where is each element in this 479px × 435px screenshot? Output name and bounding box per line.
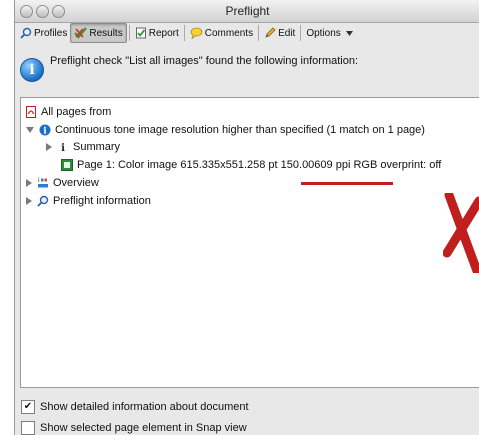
disclosure-triangle-collapsed[interactable] [26, 179, 32, 187]
tab-results-label: Results [89, 27, 123, 39]
page-background-edge [0, 0, 14, 435]
overview-icon: i [37, 177, 49, 189]
snap-view-option[interactable]: Show selected page element in Snap view [21, 421, 247, 435]
tree-item-summary[interactable]: i Summary [46, 139, 120, 155]
disclosure-triangle-collapsed[interactable] [26, 197, 32, 205]
tab-profiles-label: Profiles [34, 27, 68, 39]
disclosure-triangle-collapsed[interactable] [46, 143, 52, 151]
info-icon: i [39, 124, 51, 136]
title-bar[interactable]: Preflight [15, 0, 479, 23]
tab-comments[interactable]: Comments [187, 24, 256, 42]
tab-profiles[interactable]: Profiles [17, 24, 70, 42]
detailed-info-label: Show detailed information about document [40, 401, 249, 413]
toolbar-separator [300, 25, 302, 41]
window-title: Preflight [225, 4, 270, 18]
snap-view-checkbox[interactable] [21, 421, 35, 435]
tree-item-preflight-information[interactable]: Preflight information [26, 193, 151, 209]
info-icon: i [20, 58, 44, 82]
toolbar-separator [128, 25, 130, 41]
annotation-underline [301, 182, 393, 185]
comments-icon [190, 27, 203, 39]
summary-icon: i [57, 141, 69, 153]
tab-comments-label: Comments [204, 27, 254, 39]
tree-item-page-1-image[interactable]: Page 1: Color image 615.335x551.258 pt 1… [61, 157, 441, 173]
report-icon [135, 27, 147, 39]
page-1-description: Page 1: Color image 615.335x551.258 pt [77, 159, 281, 171]
options-menu-label: Options [306, 27, 341, 39]
detailed-info-option[interactable]: ✔ Show detailed information about docume… [21, 400, 249, 414]
svg-text:i: i [38, 177, 40, 184]
image-icon [61, 159, 73, 171]
toolbar-separator [183, 25, 185, 41]
tree-item-label: Summary [73, 141, 121, 153]
tree-item-label: Continuous tone image resolution higher … [55, 124, 425, 136]
preflight-window: Preflight Profiles Results Report Commen… [14, 0, 479, 435]
chevron-down-icon [345, 30, 353, 36]
tab-edit[interactable]: Edit [261, 24, 298, 42]
disclosure-triangle-expanded[interactable] [26, 127, 34, 133]
pdf-icon [25, 106, 37, 118]
tab-report[interactable]: Report [132, 24, 182, 42]
svg-text:i: i [43, 127, 47, 137]
tree-item-label: All pages from [41, 106, 112, 118]
options-menu-button[interactable]: Options [303, 24, 355, 42]
tree-item-all-pages[interactable]: All pages from [25, 104, 111, 120]
result-message-area: i Preflight check "List all images" foun… [15, 46, 479, 94]
tab-results[interactable]: Results [70, 23, 127, 43]
snap-view-label: Show selected page element in Snap view [40, 422, 247, 434]
result-message: Preflight check "List all images" found … [50, 55, 359, 67]
tab-edit-label: Edit [278, 27, 296, 39]
tree-item-continuous-tone[interactable]: i Continuous tone image resolution highe… [26, 122, 425, 138]
edit-icon [264, 27, 276, 39]
page-1-resolution: 150.00609 ppi RGB [280, 159, 378, 171]
detailed-info-checkbox[interactable]: ✔ [21, 400, 35, 414]
toolbar-separator [258, 25, 260, 41]
page-1-overprint: overprint: off [377, 159, 442, 171]
tree-item-label: Overview [53, 177, 99, 189]
magnifier-icon [20, 27, 32, 39]
results-icon [74, 27, 88, 39]
results-tree: All pages from i Continuous tone image r… [20, 97, 479, 388]
tab-report-label: Report [148, 27, 179, 39]
annotation-red-x [443, 193, 479, 273]
tree-item-label: Preflight information [53, 195, 151, 207]
options-area: ✔ Show detailed information about docume… [15, 390, 479, 435]
svg-text:i: i [61, 143, 65, 153]
magnifier-icon [37, 195, 49, 207]
toolbar: Profiles Results Report Comments Edit Op… [15, 23, 479, 43]
tree-item-overview[interactable]: i Overview [26, 175, 99, 191]
